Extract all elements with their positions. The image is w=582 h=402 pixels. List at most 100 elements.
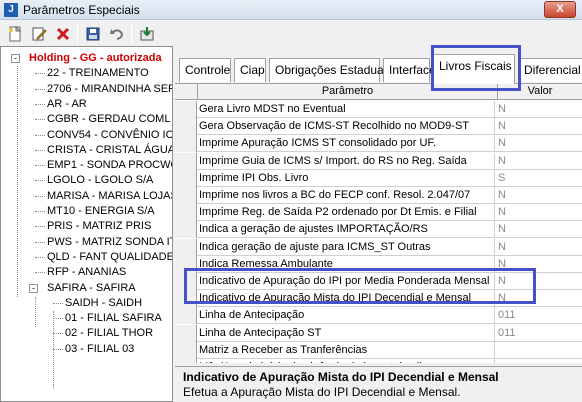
- edit-icon[interactable]: [28, 23, 50, 45]
- tree-item[interactable]: CONV54 - CONVÊNIO ICM: [1, 128, 172, 143]
- tree-item[interactable]: 22 - TREINAMENTO: [1, 66, 172, 81]
- delete-icon[interactable]: [52, 23, 74, 45]
- table-row[interactable]: Gera Observação de ICMS-ST Recolhido no …: [175, 118, 582, 136]
- value-cell[interactable]: N: [498, 118, 582, 135]
- row-indicator[interactable]: [175, 204, 197, 222]
- row-indicator[interactable]: [175, 118, 197, 136]
- tree-item[interactable]: PWS - MATRIZ SONDA IT: [1, 235, 172, 250]
- table-row[interactable]: Linha de Antecipação ST 011: [175, 324, 582, 342]
- tree-item[interactable]: 02 - FILIAL THOR: [1, 326, 172, 341]
- value-cell[interactable]: N: [498, 273, 582, 290]
- value-cell[interactable]: N: [498, 221, 582, 238]
- close-button[interactable]: X: [544, 1, 576, 18]
- table-row[interactable]: Indicativo de Apuração Mista do IPI Dece…: [175, 290, 582, 308]
- tree-item[interactable]: SAIDH - SAIDH: [1, 296, 172, 311]
- tree-item[interactable]: 2706 - MIRANDINHA SERV: [1, 82, 172, 97]
- undo-icon[interactable]: [106, 23, 128, 45]
- tree-item[interactable]: Holding - GG - autorizada -: [1, 51, 172, 66]
- row-indicator[interactable]: [175, 187, 197, 204]
- table-row[interactable]: Imprime Apuração ICMS ST consolidado por…: [175, 135, 582, 153]
- row-indicator[interactable]: [175, 341, 197, 359]
- value-cell[interactable]: N: [498, 256, 582, 273]
- tree-item[interactable]: MARISA - MARISA LOJAS: [1, 189, 172, 204]
- tree-expander-icon[interactable]: -: [29, 283, 38, 293]
- table-row[interactable]: Imprime IPI Obs. Livro S: [175, 169, 582, 187]
- table-row[interactable]: Gera Livro MDST no Eventual N: [175, 101, 582, 118]
- tree-item-label: LGOLO - LGOLO S/A: [47, 174, 154, 187]
- value-cell[interactable]: N: [498, 187, 582, 204]
- row-indicator[interactable]: [175, 290, 197, 308]
- tab-ciap[interactable]: Ciap: [234, 58, 266, 82]
- tree-item[interactable]: SAFIRA - SAFIRA -: [1, 281, 172, 296]
- tree-item[interactable]: AR - AR: [1, 97, 172, 112]
- value-cell[interactable]: 011: [498, 307, 582, 324]
- value-cell[interactable]: N: [498, 101, 582, 118]
- row-indicator[interactable]: [175, 359, 197, 363]
- header-parametro[interactable]: Parâmetro: [198, 84, 498, 100]
- tree-item[interactable]: PRIS - MATRIZ PRIS: [1, 219, 172, 234]
- tree-connector: [35, 165, 45, 167]
- header-valor[interactable]: Valor: [498, 84, 582, 100]
- window-title: Parâmetros Especiais: [23, 3, 140, 17]
- tree-item-label: 03 - FILIAL 03: [65, 342, 135, 355]
- tree-item[interactable]: LGOLO - LGOLO S/A: [1, 173, 172, 188]
- value-cell[interactable]: N: [498, 153, 582, 170]
- tree-item[interactable]: CRISTA - CRISTAL ÁGUA I: [1, 143, 173, 158]
- tree-item[interactable]: EMP1 - SONDA PROCWOR: [1, 158, 172, 173]
- tab-interface[interactable]: Interface: [383, 58, 436, 82]
- tree-item-label: CGBR - GERDAU COML AC: [47, 113, 172, 126]
- row-indicator[interactable]: [175, 273, 197, 290]
- toolbar-separator: [131, 24, 132, 44]
- row-indicator[interactable]: [175, 152, 197, 170]
- parameters-grid: Parâmetro Valor Gera Livro MDST no Event…: [175, 83, 582, 363]
- row-indicator[interactable]: [175, 255, 197, 273]
- value-cell[interactable]: N: [498, 135, 582, 152]
- parameter-cell: Mês/Ano de início de vigência do layout …: [199, 359, 495, 363]
- table-row[interactable]: Matriz a Receber as Tranferências: [175, 341, 582, 359]
- value-cell[interactable]: N: [498, 290, 582, 307]
- table-row[interactable]: Indica Remessa Ambulante N: [175, 255, 582, 273]
- row-indicator[interactable]: [175, 221, 197, 239]
- row-indicator[interactable]: [175, 238, 197, 256]
- tree-connector: [35, 226, 45, 228]
- tree-connector: [35, 272, 45, 274]
- row-indicator[interactable]: [175, 101, 197, 118]
- table-row[interactable]: Indicativo de Apuração do IPI por Media …: [175, 273, 582, 290]
- parameter-cell: Gera Livro MDST no Eventual: [199, 101, 495, 118]
- tree-item[interactable]: CGBR - GERDAU COML AC: [1, 112, 172, 127]
- value-cell[interactable]: S: [498, 170, 582, 187]
- row-indicator[interactable]: [175, 324, 197, 342]
- tree-item[interactable]: QLD - FANT QUALIDADE C: [1, 250, 172, 265]
- table-row[interactable]: Indica geração de ajuste para ICMS_ST Ou…: [175, 238, 582, 256]
- value-cell[interactable]: [498, 342, 582, 359]
- tab-controle[interactable]: Controle: [179, 58, 231, 82]
- save-icon[interactable]: [82, 23, 104, 45]
- tree-item[interactable]: RFP - ANANIAS: [1, 265, 172, 280]
- table-row[interactable]: Linha de Antecipação 011: [175, 307, 582, 325]
- table-row[interactable]: Imprime nos livros a BC do FECP conf. Re…: [175, 187, 582, 204]
- new-icon[interactable]: [4, 23, 26, 45]
- tree-item[interactable]: 01 - FILIAL SAFIRA: [1, 311, 172, 327]
- company-tree[interactable]: Holding - GG - autorizada -22 - TREINAMEN…: [0, 46, 173, 402]
- header-indicator: [175, 84, 198, 100]
- tree-connector: [35, 73, 45, 75]
- table-row[interactable]: Imprime Reg. de Saída P2 ordenado por Dt…: [175, 204, 582, 222]
- tab-livros-fiscais[interactable]: Livros Fiscais: [433, 54, 515, 84]
- row-indicator[interactable]: [175, 169, 197, 187]
- tree-item[interactable]: 03 - FILIAL 03: [1, 342, 172, 357]
- table-row[interactable]: Mês/Ano de início de vigência do layout …: [175, 359, 582, 363]
- tab-diferencial-d[interactable]: Diferencial d: [518, 58, 582, 82]
- value-cell[interactable]: N: [498, 239, 582, 256]
- tree-expander-icon[interactable]: -: [11, 54, 20, 63]
- value-cell[interactable]: N: [498, 204, 582, 221]
- import-icon[interactable]: [136, 23, 158, 45]
- tree-item[interactable]: MT10 - ENERGIA S/A: [1, 204, 172, 219]
- tree-item-label: CRISTA - CRISTAL ÁGUA I: [47, 143, 173, 156]
- table-row[interactable]: Imprime Guia de ICMS s/ Import. do RS no…: [175, 152, 582, 170]
- row-indicator[interactable]: [175, 135, 197, 153]
- value-cell[interactable]: [498, 359, 582, 363]
- table-row[interactable]: Indica a geração de ajustes IMPORTAÇÃO/R…: [175, 221, 582, 239]
- tab-obriga-es-estaduais[interactable]: Obrigações Estaduais: [269, 58, 392, 82]
- value-cell[interactable]: 011: [498, 325, 582, 342]
- row-indicator[interactable]: [175, 307, 197, 325]
